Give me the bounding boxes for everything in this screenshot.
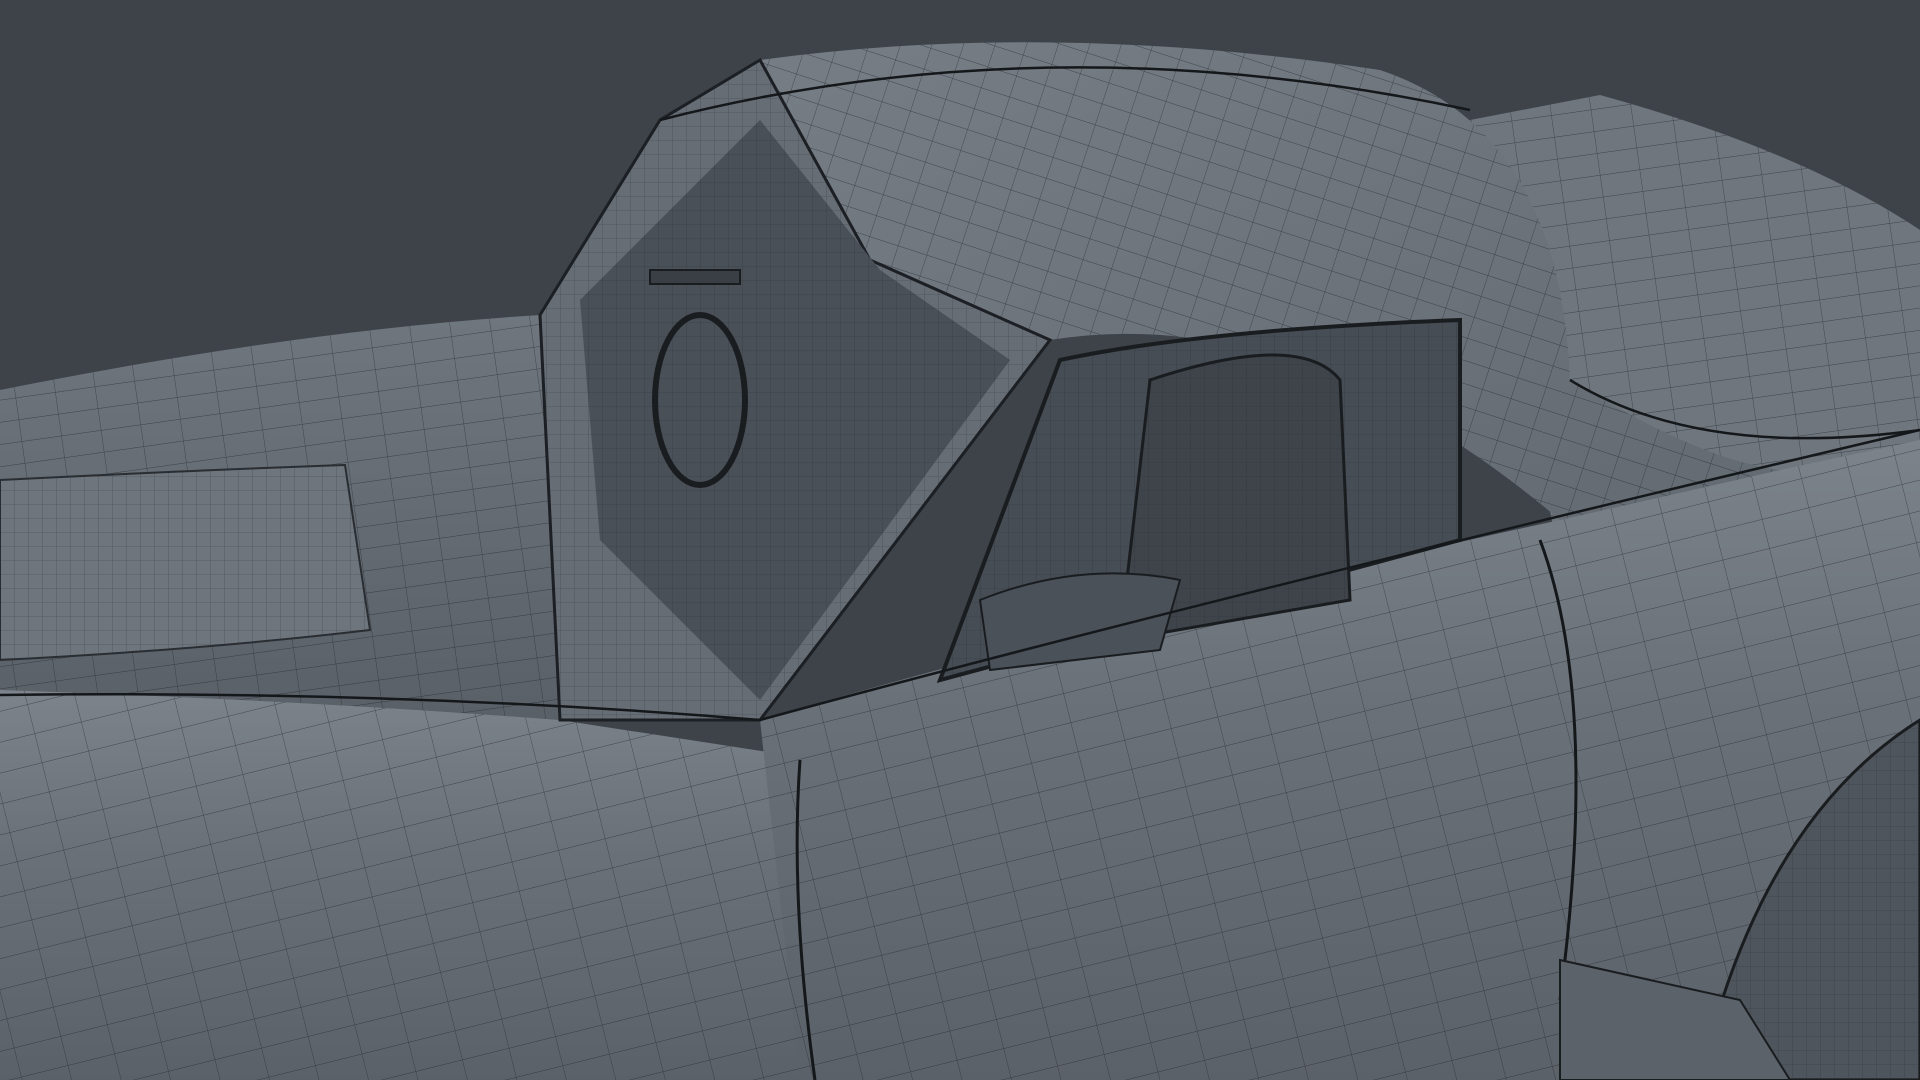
- 3d-viewport[interactable]: [0, 0, 1920, 1080]
- car-model-render: [0, 42, 1920, 1080]
- front-fender-surface: [0, 690, 820, 1080]
- hood-surface: [0, 315, 560, 720]
